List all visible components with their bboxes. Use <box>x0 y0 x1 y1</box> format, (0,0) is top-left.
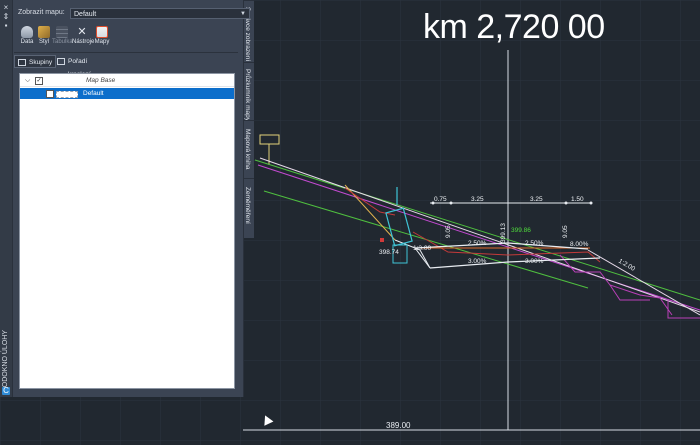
tools-button[interactable]: ✕ Nástroje <box>72 24 94 50</box>
offset-label: 9.05 <box>445 225 452 238</box>
station-title: km 2,720 00 <box>423 8 605 46</box>
tab-groups[interactable]: Skupiny <box>14 55 57 68</box>
table-button[interactable]: Tabulka <box>52 24 73 50</box>
brush-icon <box>38 26 50 38</box>
table-icon <box>56 26 68 38</box>
map-icon <box>96 26 108 38</box>
layer-label: Default <box>83 90 104 97</box>
layers-icon <box>18 59 26 66</box>
tab-map-explorer[interactable]: Průzkumník mapy <box>243 62 254 121</box>
task-pane: × ⇕ ▪ PODOKNO ÚLOHY C Zobrazit mapu: Def… <box>0 0 250 397</box>
maps-button[interactable]: Mapy <box>92 24 112 50</box>
slope-label: 2.50% <box>525 240 544 247</box>
tab-map-book[interactable]: Mapová kniha <box>243 120 254 179</box>
visibility-checkbox[interactable]: ✓ <box>35 77 43 85</box>
dim-label: 3.25 <box>530 196 543 203</box>
slope-label: 1:3.00 <box>413 245 431 252</box>
layer-label: Map Base <box>86 77 116 84</box>
palette-title-strip: × ⇕ ▪ PODOKNO ÚLOHY C <box>0 0 13 397</box>
dim-label: 0.75 <box>434 196 447 203</box>
chevron-down-icon: ▼ <box>240 11 246 17</box>
database-icon <box>21 26 33 38</box>
slope-label: 3.00% <box>525 258 544 265</box>
pin-icon[interactable]: ⇕ <box>2 13 10 21</box>
tree-row-map-base[interactable]: ⌵ ✓ Map Base <box>20 75 234 87</box>
datum-elevation: 389.00 <box>386 421 411 430</box>
menu-icon[interactable]: ▪ <box>2 22 10 30</box>
offset-label: 9.05 <box>562 225 569 238</box>
tab-survey[interactable]: Zeměměření <box>243 178 254 237</box>
dim-label: 1.50 <box>571 196 584 203</box>
offset-label: 399.13 <box>500 223 507 243</box>
divider <box>14 52 238 53</box>
visibility-checkbox[interactable] <box>46 90 54 98</box>
elevation-label: 399.86 <box>511 227 531 234</box>
show-map-label: Zobrazit mapu: <box>18 9 65 16</box>
chevron-down-icon[interactable]: ⌵ <box>25 75 30 86</box>
style-button[interactable]: Styl <box>34 24 54 50</box>
slope-label: 8.00% <box>570 241 589 248</box>
show-map-bar: Zobrazit mapu: Default ▼ <box>14 6 250 20</box>
tree-row-default[interactable]: Default <box>20 88 234 99</box>
close-icon[interactable]: × <box>2 4 10 12</box>
dim-label: 3.25 <box>471 196 484 203</box>
tab-draw-order[interactable]: Pořadí kreslení <box>54 55 94 78</box>
slope-label: 2.50% <box>468 240 487 247</box>
slope-label: 3.00% <box>468 258 487 265</box>
palette-title: PODOKNO ÚLOHY <box>2 330 9 392</box>
map-select[interactable]: Default ▼ <box>70 8 250 19</box>
layer-swatch <box>56 91 78 98</box>
app-icon: C <box>2 386 10 395</box>
layer-tree: ⌵ ✓ Map Base Default <box>19 73 235 389</box>
tools-icon: ✕ <box>77 26 87 38</box>
draw-order-icon <box>57 58 65 65</box>
side-tabs: Správce zobrazení Průzkumník mapy Mapová… <box>243 0 254 238</box>
elevation-label: 398.74 <box>379 249 399 256</box>
